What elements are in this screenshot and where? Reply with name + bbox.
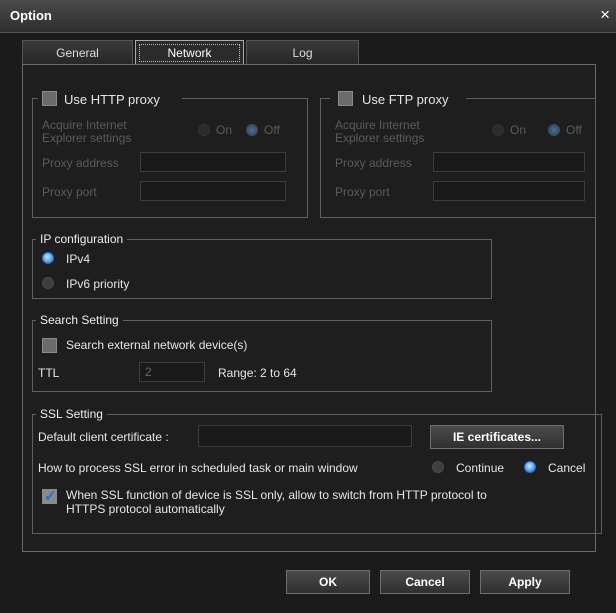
ie-certificates-button[interactable]: IE certificates...: [430, 425, 564, 449]
ssl-switch-https-checkbox[interactable]: [42, 487, 57, 505]
ftp-proxy-address-input[interactable]: [433, 152, 585, 172]
http-proxy-port-label: Proxy port: [42, 185, 97, 199]
tab-general-label: General: [56, 46, 99, 60]
ftp-proxy-port-label: Proxy port: [335, 185, 390, 199]
ftp-acquire-on-label: On: [510, 123, 527, 137]
ipv4-radio[interactable]: [42, 252, 54, 264]
use-ftp-proxy-checkbox[interactable]: [338, 91, 353, 106]
close-icon[interactable]: ×: [600, 5, 610, 25]
ipv4-label: IPv4: [66, 252, 91, 266]
http-acquire-label-1: Acquire Internet: [42, 118, 127, 132]
ftp-acquire-off-radio[interactable]: [548, 124, 560, 136]
window-title: Option: [10, 8, 52, 23]
http-acquire-off-radio[interactable]: [246, 124, 258, 136]
search-external-checkbox[interactable]: [42, 338, 57, 353]
tab-log[interactable]: Log: [246, 40, 359, 65]
http-acquire-on-radio[interactable]: [198, 124, 210, 136]
http-acquire-on-label: On: [216, 123, 233, 137]
cancel-button[interactable]: Cancel: [380, 570, 470, 594]
ftp-proxy-address-label: Proxy address: [335, 156, 412, 170]
ssl-error-cancel-radio[interactable]: [524, 461, 536, 473]
ttl-range-label: Range: 2 to 64: [218, 366, 297, 380]
apply-button[interactable]: Apply: [480, 570, 570, 594]
http-proxy-address-label: Proxy address: [42, 156, 119, 170]
ip-config-title: IP configuration: [36, 232, 128, 246]
tab-network[interactable]: Network: [135, 40, 244, 65]
ssl-switch-label-line1: When SSL function of device is SSL only,…: [66, 488, 487, 502]
tab-log-label: Log: [292, 46, 313, 60]
ipv6-priority-label: IPv6 priority: [66, 277, 130, 291]
use-http-proxy-checkbox[interactable]: [42, 91, 57, 106]
ssl-error-cancel-label: Cancel: [548, 461, 586, 475]
http-acquire-label-2: Explorer settings: [42, 131, 132, 145]
use-http-proxy-label: Use HTTP proxy: [64, 92, 160, 107]
use-ftp-proxy-label: Use FTP proxy: [362, 92, 449, 107]
ssl-error-continue-radio[interactable]: [432, 461, 444, 473]
ssl-error-label: How to process SSL error in scheduled ta…: [38, 461, 358, 475]
ftp-acquire-on-radio[interactable]: [492, 124, 504, 136]
search-external-label: Search external network device(s): [66, 338, 248, 352]
default-client-cert-input[interactable]: [198, 425, 412, 447]
http-proxy-port-input[interactable]: [140, 181, 286, 201]
http-acquire-off-label: Off: [264, 123, 280, 137]
ttl-label: TTL: [38, 366, 60, 380]
title-bar: Option ×: [0, 0, 616, 33]
ipv6-priority-radio[interactable]: [42, 277, 54, 289]
default-client-cert-label: Default client certificate :: [38, 430, 169, 444]
ssl-error-continue-label: Continue: [456, 461, 505, 475]
search-setting-title: Search Setting: [36, 313, 123, 327]
ok-button[interactable]: OK: [286, 570, 370, 594]
ttl-input[interactable]: [139, 362, 205, 382]
ftp-acquire-label-1: Acquire Internet: [335, 118, 420, 132]
tab-general[interactable]: General: [22, 40, 133, 65]
ssl-setting-title: SSL Setting: [36, 407, 107, 421]
ssl-switch-label-line2: HTTPS protocol automatically: [66, 502, 225, 516]
ftp-proxy-port-input[interactable]: [433, 181, 585, 201]
ftp-acquire-off-label: Off: [566, 123, 582, 137]
http-proxy-address-input[interactable]: [140, 152, 286, 172]
search-setting-group: [32, 320, 492, 392]
ftp-acquire-label-2: Explorer settings: [335, 131, 425, 145]
